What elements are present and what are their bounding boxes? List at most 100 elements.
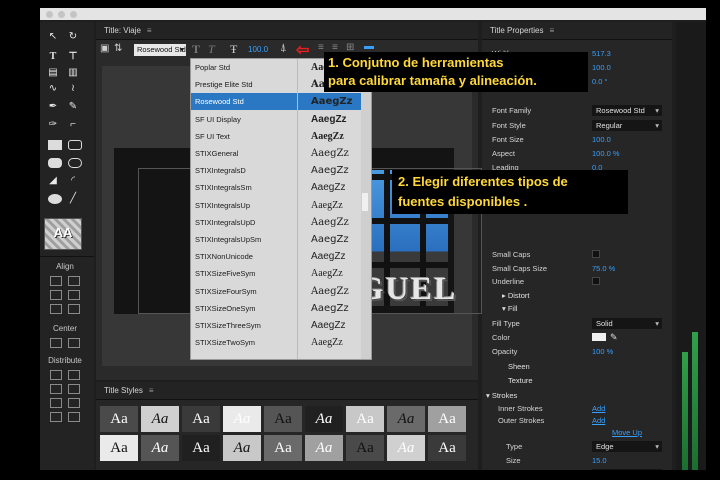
eyedropper-icon[interactable]: ✎ <box>610 331 618 344</box>
property-checkbox[interactable] <box>592 277 600 285</box>
title-style-swatch[interactable]: Aa <box>141 435 179 461</box>
vertical-area-type-tool-icon[interactable]: ▥ <box>64 66 82 80</box>
rounded-rectangle-tool-icon[interactable] <box>48 158 62 168</box>
font-option[interactable]: STIXSizeFourSym AaegZz <box>191 283 371 300</box>
font-option[interactable]: STIXSizeFiveSym AaegZz <box>191 265 371 282</box>
add-anchor-point-tool-icon[interactable]: ✎ <box>64 100 82 114</box>
distribute-middle-icon[interactable] <box>68 384 80 394</box>
property-checkbox[interactable] <box>592 250 600 258</box>
font-family-dropdown-list[interactable]: STIXSizeTwoSym AaegZz STIXSizeThreeSym Aaeg… <box>190 58 372 360</box>
title-style-swatch[interactable]: Aa <box>346 406 384 432</box>
property-select[interactable]: Edge <box>592 441 662 452</box>
font-size-value[interactable]: 100.0 <box>248 45 268 54</box>
title-style-swatch[interactable]: Aa <box>264 406 302 432</box>
font-option[interactable]: STIXIntegralsUpD AaegZz <box>191 214 371 231</box>
font-option[interactable]: STIXSizeOneSym AaegZz <box>191 300 371 317</box>
clipped-corner-rectangle-tool-icon[interactable] <box>68 140 82 150</box>
path-type-tool-icon[interactable]: ∿ <box>44 82 62 96</box>
property-value[interactable]: 100.0 <box>592 61 611 74</box>
title-style-swatch[interactable]: Aa <box>305 406 343 432</box>
zoom-window-button[interactable] <box>70 11 77 18</box>
add-link[interactable]: Move Up <box>612 426 642 439</box>
rectangle-tool-icon[interactable] <box>48 140 62 150</box>
font-option[interactable]: STIXSizeThreeSym AaegZz <box>191 317 371 334</box>
font-option[interactable]: STIXIntegralsUpSm AaegZz <box>191 231 371 248</box>
font-option[interactable]: SF UI Display AaegZz <box>191 111 371 128</box>
property-value[interactable]: 100.0 <box>592 133 611 146</box>
roll-crawl-options-icon[interactable]: ▣ <box>100 43 109 54</box>
distribute-center-icon[interactable] <box>50 384 62 394</box>
close-window-button[interactable] <box>46 11 53 18</box>
title-properties-menu-icon[interactable]: ≡ <box>550 26 555 35</box>
distribute-vertical-icon[interactable] <box>68 412 80 422</box>
title-style-swatch[interactable]: Aa <box>387 406 425 432</box>
font-option[interactable]: STIXIntegralsSm AaegZz <box>191 179 371 196</box>
title-style-swatch[interactable]: Aa <box>182 406 220 432</box>
align-right-icon[interactable] <box>50 304 62 314</box>
property-value[interactable]: 517.3 <box>592 47 611 60</box>
area-type-tool-icon[interactable]: ▤ <box>44 66 62 80</box>
wedge-tool-icon[interactable]: ◢ <box>44 174 62 188</box>
templates-icon[interactable]: ⇅ <box>114 43 122 54</box>
font-family-select[interactable]: Rosewood Std ▾ <box>134 44 186 56</box>
italic-icon[interactable]: T <box>208 42 215 57</box>
property-value[interactable]: 100 % <box>592 345 613 358</box>
distribute-left-icon[interactable] <box>50 370 62 380</box>
title-style-swatch[interactable]: Aa <box>223 406 261 432</box>
font-option[interactable]: SF UI Text AaegZz <box>191 128 371 145</box>
title-style-swatch[interactable]: Aa <box>223 435 261 461</box>
title-style-swatch[interactable]: Aa <box>100 435 138 461</box>
title-style-swatch[interactable]: Aa <box>346 435 384 461</box>
distribute-bottom-icon[interactable] <box>68 398 80 408</box>
property-select[interactable]: Solid <box>592 469 662 470</box>
line-tool-icon[interactable]: ╱ <box>64 192 82 206</box>
font-option[interactable]: STIXIntegralsUp AaegZz <box>191 197 371 214</box>
ellipse-tool-icon[interactable] <box>48 194 62 204</box>
title-style-swatch[interactable]: Aa <box>100 406 138 432</box>
center-vertical-icon[interactable] <box>68 338 80 348</box>
pen-tool-icon[interactable]: ✒ <box>44 100 62 114</box>
font-option[interactable]: STIXGeneral AaegZz <box>191 145 371 162</box>
rotation-tool-icon[interactable]: ↻ <box>64 30 82 44</box>
delete-anchor-point-tool-icon[interactable]: ✑ <box>44 118 62 132</box>
font-option[interactable]: STIXNonUnicode AaegZz <box>191 248 371 265</box>
type-tool-icon[interactable]: T <box>44 50 62 64</box>
show-background-video-icon[interactable]: ▬ <box>364 41 374 52</box>
property-value[interactable]: 15.0 <box>592 454 607 467</box>
property-value[interactable]: 100.0 % <box>592 147 620 160</box>
property-select[interactable]: Solid <box>592 318 662 329</box>
align-bottom-icon[interactable] <box>68 304 80 314</box>
selection-tool-icon[interactable]: ↖ <box>44 30 62 44</box>
title-panel-menu-icon[interactable]: ≡ <box>147 26 152 35</box>
title-style-swatch[interactable]: Aa <box>428 406 466 432</box>
property-select[interactable]: Regular <box>592 120 662 131</box>
property-value[interactable]: 0.0 ° <box>592 75 608 88</box>
title-style-swatch[interactable]: Aa <box>428 435 466 461</box>
align-top-icon[interactable] <box>50 290 62 300</box>
title-styles-menu-icon[interactable]: ≡ <box>149 386 154 395</box>
dropdown-scroll-thumb[interactable] <box>362 193 368 211</box>
align-left-text-icon[interactable]: ≡ <box>318 42 324 53</box>
align-middle-icon[interactable] <box>68 290 80 300</box>
font-option[interactable]: Rosewood Std AaegZz <box>191 93 371 111</box>
distribute-right-icon[interactable] <box>50 398 62 408</box>
font-option[interactable]: STIXIntegralsD AaegZz <box>191 162 371 179</box>
title-style-swatch[interactable]: Aa <box>305 435 343 461</box>
title-style-swatch[interactable]: Aa <box>264 435 302 461</box>
convert-anchor-point-tool-icon[interactable]: ⌐ <box>64 118 82 132</box>
title-style-swatch[interactable]: Aa <box>141 406 179 432</box>
property-select[interactable]: Rosewood Std <box>592 105 662 116</box>
vertical-path-type-tool-icon[interactable]: ≀ <box>64 82 82 96</box>
rounded-corner-rectangle-tool-icon[interactable] <box>68 158 82 168</box>
bold-icon[interactable]: T <box>192 42 200 57</box>
align-left-icon[interactable] <box>50 276 62 286</box>
vertical-type-tool-icon[interactable]: ⊤ <box>64 50 82 64</box>
color-swatch[interactable] <box>592 333 606 341</box>
align-center-horizontal-icon[interactable] <box>68 276 80 286</box>
title-style-swatch[interactable]: Aa <box>387 435 425 461</box>
minimize-window-button[interactable] <box>58 11 65 18</box>
property-value[interactable]: 75.0 % <box>592 262 615 275</box>
title-style-swatch[interactable]: Aa <box>182 435 220 461</box>
distribute-horizontal-icon[interactable] <box>50 412 62 422</box>
distribute-top-icon[interactable] <box>68 370 80 380</box>
